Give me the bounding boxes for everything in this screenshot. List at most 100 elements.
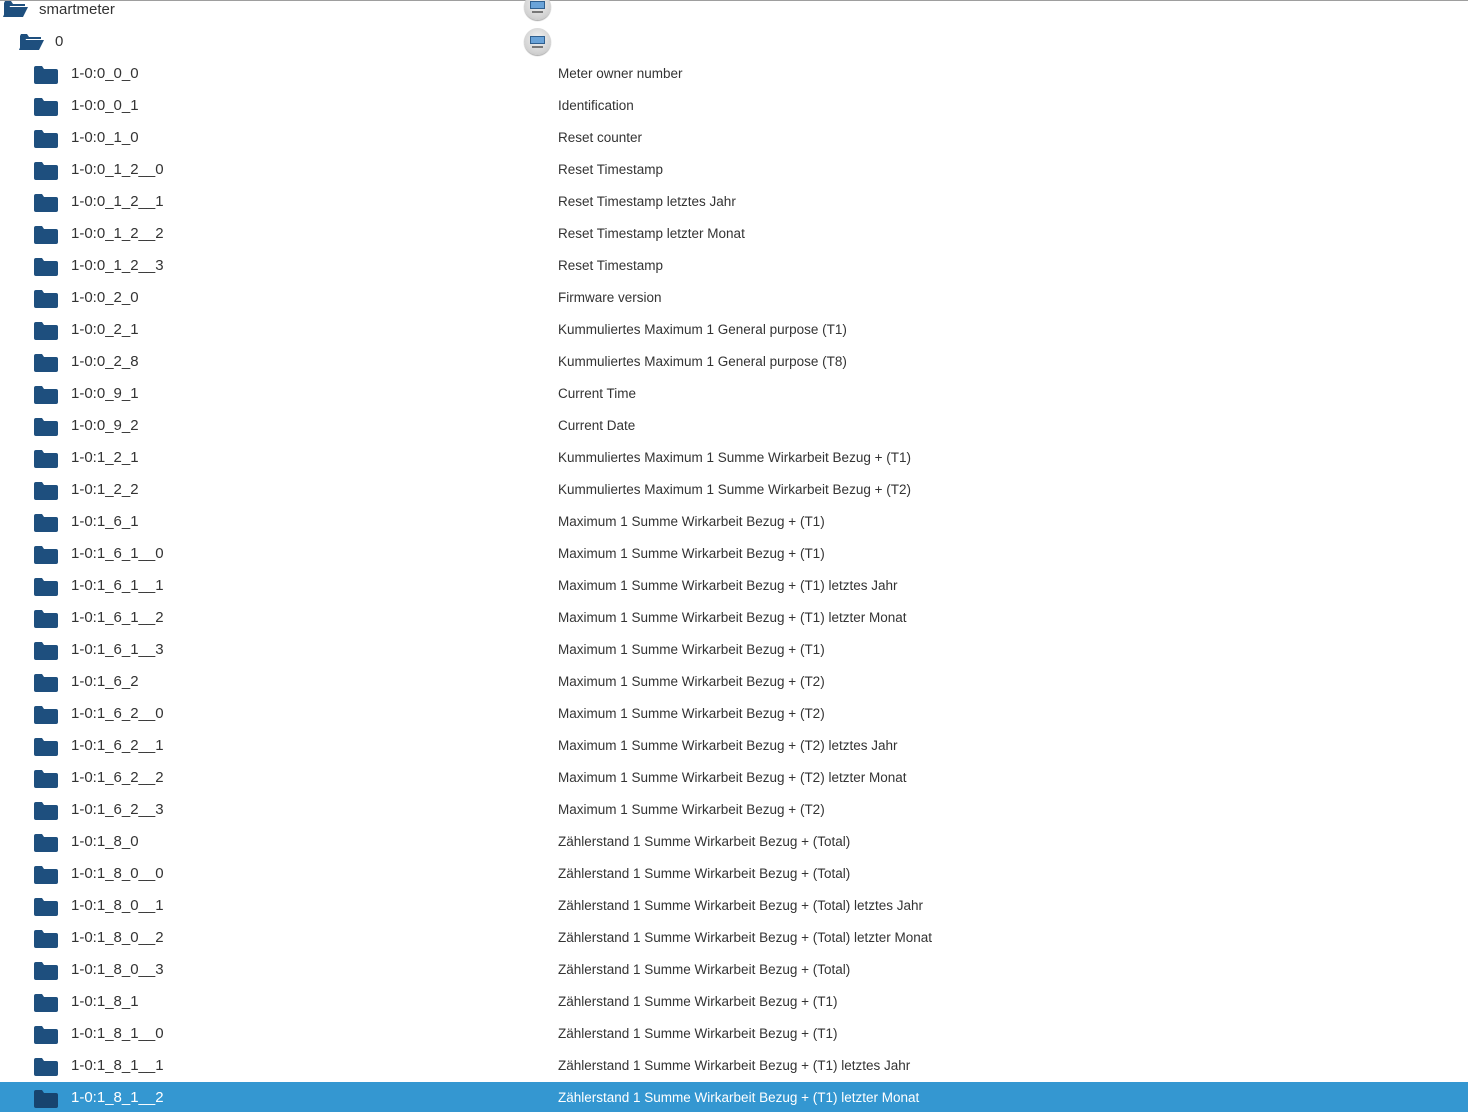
tree-row[interactable]: 1-0:0_2_0 Firmware version — [0, 282, 1468, 314]
tree-row[interactable]: 1-0:0_0_0 Meter owner number — [0, 58, 1468, 90]
tree-node-label[interactable]: 1-0:1_6_1 — [71, 513, 139, 531]
tree-node-label[interactable]: 1-0:0_2_0 — [71, 289, 139, 307]
tree-row[interactable]: 1-0:1_8_0__2 Zählerstand 1 Summe Wirkarbe… — [0, 922, 1468, 954]
tree-node-label[interactable]: 1-0:0_9_2 — [71, 417, 139, 435]
tree-node-label[interactable]: 1-0:0_9_1 — [71, 385, 139, 403]
tree-node-label[interactable]: 1-0:1_6_2__3 — [71, 801, 164, 819]
tree-row[interactable]: 1-0:0_1_2__2 Reset Timestamp letzter Mona… — [0, 218, 1468, 250]
folder-icon[interactable] — [34, 482, 58, 500]
tree-row[interactable]: 1-0:0_1_2__3 Reset Timestamp — [0, 250, 1468, 282]
tree-row[interactable]: 1-0:1_8_0 Zählerstand 1 Summe Wirkarbeit … — [0, 826, 1468, 858]
tree-node-label[interactable]: 1-0:0_2_8 — [71, 353, 139, 371]
tree-row[interactable]: 1-0:1_6_1__1 Maximum 1 Summe Wirkarbeit B… — [0, 570, 1468, 602]
folder-icon[interactable] — [34, 386, 58, 404]
folder-icon[interactable] — [34, 546, 58, 564]
tree-row-smartmeter[interactable]: smartmeter — [0, 0, 1468, 26]
tree-row[interactable]: 1-0:1_6_1__0 Maximum 1 Summe Wirkarbeit B… — [0, 538, 1468, 570]
tree-node-label[interactable]: 1-0:1_8_0__3 — [71, 961, 164, 979]
folder-icon[interactable] — [34, 642, 58, 660]
folder-icon[interactable] — [34, 738, 58, 756]
folder-icon[interactable] — [34, 98, 58, 116]
tree-row[interactable]: 1-0:1_8_1__0 Zählerstand 1 Summe Wirkarbe… — [0, 1018, 1468, 1050]
folder-icon[interactable] — [34, 450, 58, 468]
folder-icon[interactable] — [34, 66, 58, 84]
tree-row[interactable]: 1-0:1_6_1__3 Maximum 1 Summe Wirkarbeit B… — [0, 634, 1468, 666]
tree-row[interactable]: 1-0:0_1_2__0 Reset Timestamp — [0, 154, 1468, 186]
folder-icon[interactable] — [34, 130, 58, 148]
folder-icon[interactable] — [34, 1090, 58, 1108]
tree-node-label[interactable]: 1-0:1_6_1__2 — [71, 609, 164, 627]
tree-row[interactable]: 1-0:1_2_1 Kummuliertes Maximum 1 Summe Wi… — [0, 442, 1468, 474]
tree-row[interactable]: 1-0:1_8_0__1 Zählerstand 1 Summe Wirkarbe… — [0, 890, 1468, 922]
tree-node-label[interactable]: 1-0:1_6_1__1 — [71, 577, 164, 595]
folder-icon[interactable] — [34, 898, 58, 916]
tree-node-label[interactable]: 1-0:1_2_2 — [71, 481, 139, 499]
tree-node-label[interactable]: 1-0:0_0_1 — [71, 97, 139, 115]
tree-row[interactable]: 1-0:1_6_2__3 Maximum 1 Summe Wirkarbeit B… — [0, 794, 1468, 826]
folder-icon[interactable] — [34, 322, 58, 340]
folder-icon[interactable] — [34, 1058, 58, 1076]
folder-icon[interactable] — [34, 578, 58, 596]
tree-row[interactable]: 1-0:0_9_1 Current Time — [0, 378, 1468, 410]
tree-node-label[interactable]: 1-0:1_6_2__1 — [71, 737, 164, 755]
tree-node-label[interactable]: 1-0:1_6_2 — [71, 673, 139, 691]
folder-icon[interactable] — [34, 834, 58, 852]
tree-node-label[interactable]: 1-0:1_6_2__0 — [71, 705, 164, 723]
folder-icon[interactable] — [34, 770, 58, 788]
tree-row[interactable]: 1-0:1_6_2__2 Maximum 1 Summe Wirkarbeit B… — [0, 762, 1468, 794]
tree-row[interactable]: 1-0:1_8_1__1 Zählerstand 1 Summe Wirkarbe… — [0, 1050, 1468, 1082]
tree-node-label[interactable]: 1-0:1_8_1__0 — [71, 1025, 164, 1043]
tree-row[interactable]: 1-0:0_0_1 Identification — [0, 90, 1468, 122]
folder-icon[interactable] — [34, 706, 58, 724]
tree-row[interactable]: 1-0:1_6_1 Maximum 1 Summe Wirkarbeit Bezu… — [0, 506, 1468, 538]
tree-node-label[interactable]: 1-0:1_8_0 — [71, 833, 139, 851]
tree-node-label[interactable]: 1-0:1_8_1__2 — [71, 1089, 164, 1107]
folder-icon[interactable] — [34, 930, 58, 948]
folder-icon[interactable] — [34, 162, 58, 180]
folder-open-icon[interactable] — [19, 33, 45, 51]
folder-icon[interactable] — [34, 514, 58, 532]
tree-row[interactable]: 1-0:0_2_8 Kummuliertes Maximum 1 General … — [0, 346, 1468, 378]
tree-node-label[interactable]: 1-0:1_8_1 — [71, 993, 139, 1011]
tree-row-channel-0[interactable]: 0 — [0, 26, 1468, 58]
tree-node-label[interactable]: 1-0:0_2_1 — [71, 321, 139, 339]
folder-icon[interactable] — [34, 354, 58, 372]
tree-node-label[interactable]: 1-0:1_6_2__2 — [71, 769, 164, 787]
folder-icon[interactable] — [34, 866, 58, 884]
folder-icon[interactable] — [34, 610, 58, 628]
tree-node-label[interactable]: 1-0:1_8_0__2 — [71, 929, 164, 947]
tree-row[interactable]: 1-0:1_6_2 Maximum 1 Summe Wirkarbeit Bezu… — [0, 666, 1468, 698]
tree-row[interactable]: 1-0:1_8_1__2 Zählerstand 1 Summe Wirkarbe… — [0, 1082, 1468, 1112]
tree-node-label[interactable]: smartmeter — [39, 1, 115, 19]
tree-node-label[interactable]: 1-0:0_1_2__2 — [71, 225, 164, 243]
tree-row[interactable]: 1-0:1_6_2__1 Maximum 1 Summe Wirkarbeit B… — [0, 730, 1468, 762]
folder-icon[interactable] — [34, 258, 58, 276]
folder-icon[interactable] — [34, 418, 58, 436]
tree-row[interactable]: 1-0:0_1_0 Reset counter — [0, 122, 1468, 154]
folder-icon[interactable] — [34, 674, 58, 692]
folder-icon[interactable] — [34, 994, 58, 1012]
folder-icon[interactable] — [34, 226, 58, 244]
tree-row[interactable]: 1-0:1_8_1 Zählerstand 1 Summe Wirkarbeit … — [0, 986, 1468, 1018]
tree-node-label[interactable]: 0 — [55, 33, 63, 51]
folder-icon[interactable] — [34, 194, 58, 212]
tree-row[interactable]: 1-0:0_9_2 Current Date — [0, 410, 1468, 442]
folder-icon[interactable] — [34, 802, 58, 820]
tree-row[interactable]: 1-0:0_1_2__1 Reset Timestamp letztes Jahr — [0, 186, 1468, 218]
tree-row[interactable]: 1-0:1_8_0__0 Zählerstand 1 Summe Wirkarbe… — [0, 858, 1468, 890]
tree-node-label[interactable]: 1-0:0_1_0 — [71, 129, 139, 147]
tree-row[interactable]: 1-0:1_2_2 Kummuliertes Maximum 1 Summe Wi… — [0, 474, 1468, 506]
tree-node-label[interactable]: 1-0:1_8_1__1 — [71, 1057, 164, 1075]
tree-row[interactable]: 1-0:1_6_2__0 Maximum 1 Summe Wirkarbeit B… — [0, 698, 1468, 730]
tree-node-label[interactable]: 1-0:1_8_0__1 — [71, 897, 164, 915]
tree-node-label[interactable]: 1-0:0_1_2__1 — [71, 193, 164, 211]
tree-node-label[interactable]: 1-0:1_6_1__0 — [71, 545, 164, 563]
tree-row[interactable]: 1-0:0_2_1 Kummuliertes Maximum 1 General … — [0, 314, 1468, 346]
tree-node-label[interactable]: 1-0:1_2_1 — [71, 449, 139, 467]
tree-row[interactable]: 1-0:1_8_0__3 Zählerstand 1 Summe Wirkarbe… — [0, 954, 1468, 986]
folder-open-icon[interactable] — [3, 0, 29, 18]
tree-node-label[interactable]: 1-0:0_1_2__3 — [71, 257, 164, 275]
tree-node-label[interactable]: 1-0:0_0_0 — [71, 65, 139, 83]
tree-node-label[interactable]: 1-0:1_6_1__3 — [71, 641, 164, 659]
tree-node-label[interactable]: 1-0:1_8_0__0 — [71, 865, 164, 883]
